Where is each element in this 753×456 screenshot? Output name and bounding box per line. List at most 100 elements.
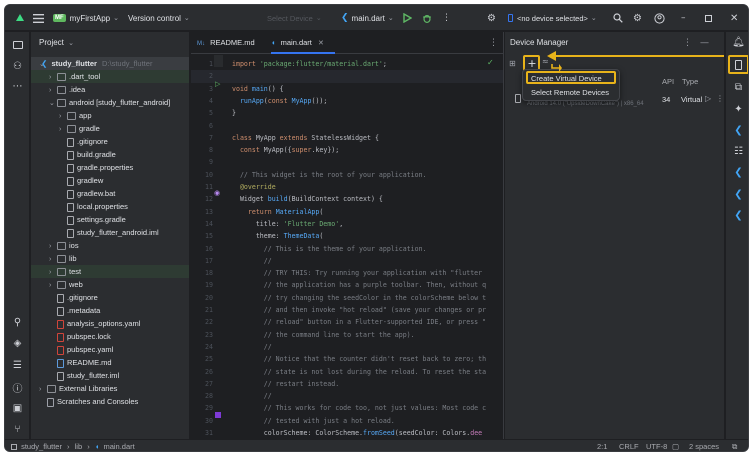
structure-tool-icon[interactable]: ⚇ — [10, 59, 25, 74]
tree-item[interactable]: › lib — [31, 252, 189, 265]
settings-icon[interactable]: ⚙ — [633, 5, 642, 31]
minimize-icon[interactable]: – — [681, 5, 686, 31]
logcat-icon[interactable]: ☰ — [10, 358, 25, 373]
launch-device-icon[interactable]: ▷ — [705, 94, 711, 103]
more-tools-icon[interactable]: ⋯ — [10, 79, 25, 94]
select-device-dropdown[interactable]: Select Device ⌄ — [267, 5, 322, 31]
run-icon[interactable] — [403, 5, 412, 31]
project-panel-header[interactable]: Project ⌄ — [39, 32, 74, 54]
running-devices-icon[interactable]: ⧉ — [731, 80, 746, 95]
tree-item[interactable]: pubspec.yaml — [31, 343, 189, 356]
breadcrumb-file[interactable]: main.dart — [103, 442, 134, 451]
code-line: 22 // reload" button in a Flutter-suppor… — [191, 316, 503, 328]
markdown-icon — [57, 358, 64, 368]
tree-item[interactable]: analysis_options.yaml — [31, 317, 189, 330]
version-control-icon[interactable]: ⑂ — [10, 422, 25, 437]
gemini-icon[interactable]: ✦ — [731, 102, 746, 117]
tree-item[interactable]: › test — [31, 265, 189, 278]
code-text: title: 'Flutter Demo', — [232, 219, 344, 228]
tree-item[interactable]: gradlew — [31, 174, 189, 187]
close-icon[interactable]: ✕ — [730, 5, 738, 31]
indent-setting[interactable]: 2 spaces — [689, 440, 719, 451]
app-quality-icon[interactable]: ◈ — [10, 336, 25, 351]
breadcrumb-project[interactable]: study_flutter — [21, 442, 62, 451]
folder-icon — [57, 255, 66, 264]
tree-item[interactable]: › gradle — [31, 122, 189, 135]
tree-item[interactable]: › ios — [31, 239, 189, 252]
line-number: 8 — [209, 146, 213, 155]
line-number: 9 — [209, 158, 213, 167]
tree-item[interactable]: Scratches and Consoles — [31, 395, 189, 408]
tree-item[interactable]: .gitignore — [31, 135, 189, 148]
tree-item[interactable]: settings.gradle — [31, 213, 189, 226]
file-icon — [67, 228, 74, 238]
tree-item[interactable]: study_flutter.iml — [31, 369, 189, 382]
device-dropdown[interactable]: <no device selected> ⌄ — [508, 5, 597, 31]
menu-select-remote-devices[interactable]: Select Remote Devices — [526, 86, 613, 99]
close-tab-icon[interactable]: ✕ — [318, 40, 324, 47]
project-switcher[interactable]: MF myFirstApp ⌄ — [53, 5, 119, 31]
flutter-outline-icon[interactable]: ☷ — [731, 144, 746, 159]
line-number: 25 — [205, 355, 213, 364]
breadcrumb-sep: › — [87, 442, 90, 451]
tree-item[interactable]: ⌄ android [study_flutter_android] — [31, 96, 189, 109]
code-line: 19 // the application has a purple toolb… — [191, 279, 503, 291]
run-config-dropdown[interactable]: ❮ main.dart ⌄ — [341, 5, 394, 31]
tree-item[interactable]: local.properties — [31, 200, 189, 213]
flutter-devtools-icon[interactable]: ❮ — [731, 208, 746, 223]
override-gutter-icon[interactable]: ◉ — [214, 189, 220, 197]
tree-item[interactable]: README.md — [31, 356, 189, 369]
tree-item[interactable]: .gitignore — [31, 291, 189, 304]
tree-item[interactable]: › .dart_tool — [31, 70, 189, 83]
tree-item[interactable]: pubspec.lock — [31, 330, 189, 343]
readonly-icon[interactable]: ▢ — [672, 440, 679, 451]
file-encoding[interactable]: UTF-8 — [646, 440, 667, 451]
flutter-inspector-icon[interactable]: ❮ — [731, 123, 746, 138]
tree-item[interactable]: build.gradle — [31, 148, 189, 161]
search-icon[interactable] — [613, 5, 623, 31]
tab-main-dart[interactable]: ◖ main.dart ✕ — [271, 32, 335, 54]
main-menu-icon[interactable] — [33, 5, 44, 31]
device-grid-icon[interactable]: ⊞ — [509, 59, 516, 68]
memory-icon[interactable]: ⧉ — [732, 440, 737, 451]
vcs-dropdown[interactable]: Version control ⌄ — [128, 5, 190, 31]
breadcrumb-lib[interactable]: lib — [75, 442, 83, 451]
run-gutter-icon[interactable]: ▷ — [215, 80, 220, 88]
tree-item-label: .dart_tool — [69, 72, 101, 81]
project-tool-icon[interactable] — [10, 37, 25, 52]
tree-item[interactable]: › app — [31, 109, 189, 122]
folder-icon — [47, 385, 56, 394]
tree-item[interactable]: › .idea — [31, 83, 189, 96]
tree-item[interactable]: gradle.properties — [31, 161, 189, 174]
gear-sync-icon[interactable]: ⚙ — [487, 5, 496, 31]
tree-item[interactable]: › External Libraries — [31, 382, 189, 395]
maximize-icon[interactable] — [705, 5, 712, 31]
tree-item[interactable]: › web — [31, 278, 189, 291]
debug-icon[interactable] — [422, 5, 432, 31]
problems-icon[interactable]: ⓘ — [10, 380, 25, 395]
code-line: 6 — [191, 120, 503, 132]
tree-item[interactable]: gradlew.bat — [31, 187, 189, 200]
account-icon[interactable] — [654, 5, 665, 31]
terminal-icon[interactable]: ▣ — [10, 401, 25, 416]
tree-root[interactable]: ⌄ ❮ study_flutter D:\study_flutter — [31, 57, 189, 70]
dart-file-icon: ◖ — [94, 442, 100, 451]
device-options-icon[interactable]: ⋮ — [716, 94, 724, 103]
scratch-icon — [47, 397, 54, 407]
tab-actions-icon[interactable]: ⋮ — [489, 32, 498, 54]
status-bar: study_flutter › lib › ◖ main.dart 2:1 CR… — [5, 439, 748, 451]
flutter-performance-icon[interactable]: ❮ — [731, 165, 746, 180]
code-editor[interactable]: M↓ README.md ◖ main.dart ✕ ⋮ ✓ 1 import '… — [191, 32, 504, 439]
more-actions-icon[interactable]: ⋮ — [442, 5, 451, 31]
tree-item-label: web — [69, 280, 83, 289]
paint-tool-icon[interactable]: ⚲ — [10, 315, 25, 330]
notifications-icon[interactable]: 🔔︎ — [731, 35, 746, 50]
tab-readme[interactable]: M↓ README.md — [197, 32, 259, 54]
device-manager-tool-icon[interactable] — [731, 57, 746, 72]
cursor-position[interactable]: 2:1 — [597, 440, 607, 451]
code-text: // try changing the seedColor in the col… — [263, 293, 487, 302]
line-separator[interactable]: CRLF — [619, 440, 639, 451]
tree-item[interactable]: study_flutter_android.iml — [31, 226, 189, 239]
flutter-deeplinks-icon[interactable]: ❮ — [731, 187, 746, 202]
tree-item[interactable]: .metadata — [31, 304, 189, 317]
